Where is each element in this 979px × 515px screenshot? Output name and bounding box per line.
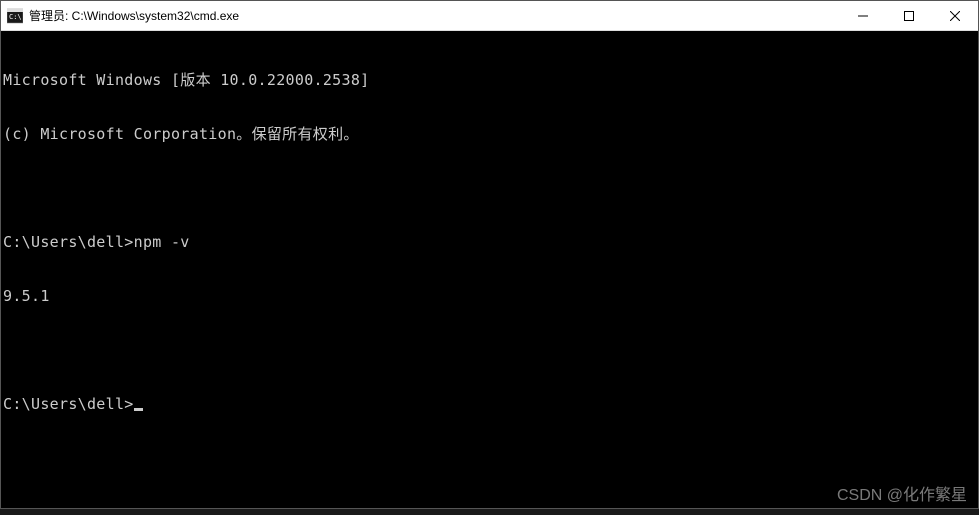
cmd-icon: C:\	[7, 8, 23, 24]
cursor-icon	[134, 408, 143, 411]
minimize-button[interactable]	[840, 1, 886, 30]
copyright-line: (c) Microsoft Corporation。保留所有权利。	[3, 125, 976, 143]
close-icon	[950, 11, 960, 21]
window-title: 管理员: C:\Windows\system32\cmd.exe	[29, 7, 840, 24]
window-controls	[840, 1, 978, 30]
terminal-area[interactable]: Microsoft Windows [版本 10.0.22000.2538] (…	[1, 31, 978, 508]
close-button[interactable]	[932, 1, 978, 30]
command-text: npm -v	[134, 233, 190, 251]
prompt-path: C:\Users\dell>	[3, 233, 134, 251]
prompt-path: C:\Users\dell>	[3, 395, 134, 413]
minimize-icon	[858, 11, 868, 21]
version-line: Microsoft Windows [版本 10.0.22000.2538]	[3, 71, 976, 89]
command-line-1: C:\Users\dell>npm -v	[3, 233, 976, 251]
blank-line	[3, 341, 976, 359]
blank-line	[3, 179, 976, 197]
maximize-button[interactable]	[886, 1, 932, 30]
maximize-icon	[904, 11, 914, 21]
titlebar[interactable]: C:\ 管理员: C:\Windows\system32\cmd.exe	[1, 1, 978, 31]
output-line: 9.5.1	[3, 287, 976, 305]
svg-text:C:\: C:\	[9, 13, 22, 21]
current-prompt-line: C:\Users\dell>	[3, 395, 976, 413]
cmd-window: C:\ 管理员: C:\Windows\system32\cmd.exe	[0, 0, 979, 509]
